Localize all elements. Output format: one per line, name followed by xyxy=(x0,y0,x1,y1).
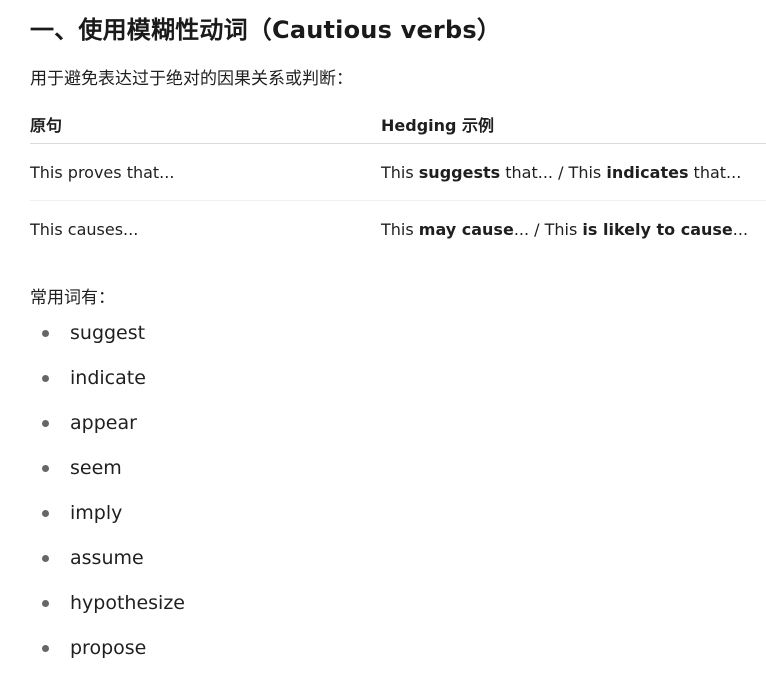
header-hedging-example: Hedging 示例 xyxy=(381,112,766,144)
hedged-cell: This suggests that... / This indicates t… xyxy=(381,143,766,201)
hedged-text: ... xyxy=(732,219,749,239)
hedged-keyword: suggests xyxy=(418,162,501,182)
intro-text: 用于避免表达过于绝对的因果关系或判断： xyxy=(30,69,353,89)
common-words-label: 常用词有： xyxy=(30,288,115,308)
hedged-text: ... / This xyxy=(513,219,583,239)
common-words-list: suggest indicate appear seem imply assum… xyxy=(30,319,766,679)
word: indicate xyxy=(70,367,146,389)
table-row: This proves that... This suggests that..… xyxy=(30,143,766,201)
bullet-icon xyxy=(42,375,49,382)
bullet-icon xyxy=(42,420,49,427)
bullet-icon xyxy=(42,555,49,562)
bullet-icon xyxy=(42,510,49,517)
hedged-text: that... xyxy=(688,162,742,182)
original-cell: This proves that... xyxy=(30,143,381,201)
list-item: seem xyxy=(30,454,766,499)
hedged-text: that... / This xyxy=(500,162,607,182)
list-item: appear xyxy=(30,409,766,454)
header-original: 原句 xyxy=(30,112,381,144)
table-header-row: 原句 Hedging 示例 xyxy=(30,112,766,144)
bullet-icon xyxy=(42,600,49,607)
word: imply xyxy=(70,502,123,524)
word: assume xyxy=(70,547,144,569)
list-item: imply xyxy=(30,499,766,544)
list-item: assume xyxy=(30,544,766,589)
hedging-table: 原句 Hedging 示例 This proves that... This s… xyxy=(30,112,766,257)
section-heading: 一、使用模糊性动词（Cautious verbs） xyxy=(30,16,502,44)
word: seem xyxy=(70,457,122,479)
bullet-icon xyxy=(42,465,49,472)
table-row: This causes... This may cause... / This … xyxy=(30,201,766,258)
word: suggest xyxy=(70,322,146,344)
word: hypothesize xyxy=(70,592,185,614)
hedged-keyword: is likely to cause xyxy=(582,219,733,239)
word: propose xyxy=(70,637,147,659)
hedged-keyword: indicates xyxy=(606,162,689,182)
list-item: propose xyxy=(30,634,766,679)
document-body: 一、使用模糊性动词（Cautious verbs） 用于避免表达过于绝对的因果关… xyxy=(30,12,766,679)
hedged-cell: This may cause... / This is likely to ca… xyxy=(381,201,766,258)
word: appear xyxy=(70,412,137,434)
hedged-text: This xyxy=(381,219,419,239)
bullet-icon xyxy=(42,645,49,652)
bullet-icon xyxy=(42,330,49,337)
original-cell: This causes... xyxy=(30,219,139,239)
hedged-text: This xyxy=(381,162,419,182)
list-item: indicate xyxy=(30,364,766,409)
list-item: hypothesize xyxy=(30,589,766,634)
hedged-keyword: may cause xyxy=(418,219,514,239)
list-item: suggest xyxy=(30,319,766,364)
